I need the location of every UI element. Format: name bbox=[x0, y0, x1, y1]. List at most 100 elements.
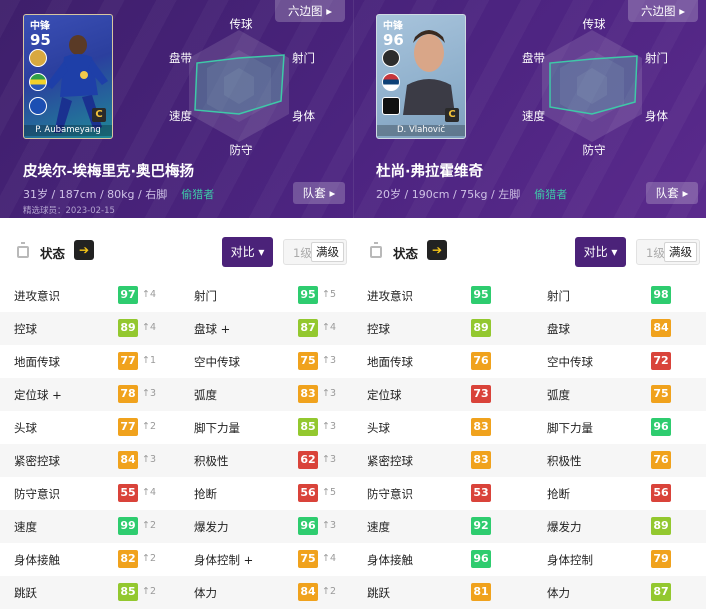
stat-increase: ↑2 bbox=[142, 553, 157, 564]
stat-name: 跳跃 bbox=[14, 586, 37, 600]
stat-value-badge: 77 bbox=[118, 352, 138, 370]
stat-increase: ↑3 bbox=[322, 520, 337, 531]
stat-name: 头球 bbox=[367, 421, 390, 435]
stat-row: 速度 92 爆发力 89 bbox=[353, 510, 706, 543]
stat-row: 防守意识 55 ↑4 抢断 56 ↑5 bbox=[0, 477, 353, 510]
stat-increase: ↑4 bbox=[142, 487, 157, 498]
player-info: 31岁 / 187cm / 80kg / 右脚 偷猎者 bbox=[23, 186, 214, 202]
stat-row: 定位球 + 78 ↑3 弧度 83 ↑3 bbox=[0, 378, 353, 411]
radar-label-top: 传球 bbox=[230, 17, 253, 31]
stat-value-badge: 81 bbox=[471, 583, 491, 601]
stat-increase: ↑5 bbox=[322, 289, 337, 300]
compare-button[interactable]: 对比 ▾ bbox=[222, 237, 273, 267]
stat-value-badge: 53 bbox=[471, 484, 491, 502]
stat-name: 紧密控球 bbox=[367, 454, 413, 468]
stats-icon bbox=[17, 242, 29, 258]
stat-row: 头球 77 ↑2 脚下力量 85 ↑3 bbox=[0, 411, 353, 444]
compare-label: 对比 bbox=[230, 245, 255, 259]
hexagon-view-button[interactable]: 六边图 ▸ bbox=[628, 0, 698, 22]
arrow-right-icon[interactable]: ➔ bbox=[74, 240, 94, 260]
stat-name: 爆发力 bbox=[547, 520, 582, 534]
stat-name: 进攻意识 bbox=[14, 289, 60, 303]
stat-name: 弧度 bbox=[547, 388, 570, 402]
team-set-button[interactable]: 队套 ▸ bbox=[293, 182, 345, 204]
stat-value-badge: 97 bbox=[118, 286, 138, 304]
level-1-option[interactable]: 1级 bbox=[293, 245, 312, 261]
stat-value-badge: 89 bbox=[651, 517, 671, 535]
stats-title: 状态 bbox=[40, 246, 66, 261]
chevron-right-icon: ▸ bbox=[682, 186, 689, 200]
stat-row: 控球 89 盘球 84 bbox=[353, 312, 706, 345]
stat-name: 跳跃 bbox=[367, 586, 390, 600]
stat-value-badge: 56 bbox=[298, 484, 318, 502]
compare-button[interactable]: 对比 ▾ bbox=[575, 237, 626, 267]
radar-label-upper-left: 盘带 bbox=[522, 51, 545, 65]
player-info: 20岁 / 190cm / 75kg / 左脚 偷猎者 bbox=[376, 186, 567, 202]
stats-list-left: 进攻意识 97 ↑4 射门 95 ↑5 控球 89 ↑4 盘球 + 87 ↑4 地面传球 77 ↑1 空中传球… bbox=[0, 279, 353, 609]
stats-toolbar-right: 状态 ➔ 对比 ▾ 1级 满级 bbox=[353, 228, 706, 276]
stat-value-badge: 77 bbox=[118, 418, 138, 436]
radar-label-lower-left: 速度 bbox=[169, 109, 192, 123]
stat-name: 盘球 bbox=[547, 322, 570, 336]
stat-value-badge: 84 bbox=[298, 583, 318, 601]
stat-value-badge: 75 bbox=[651, 385, 671, 403]
stat-value-badge: 83 bbox=[471, 451, 491, 469]
team-set-button[interactable]: 队套 ▸ bbox=[646, 182, 698, 204]
stat-increase: ↑2 bbox=[322, 586, 337, 597]
stat-increase: ↑3 bbox=[322, 421, 337, 432]
league-badge-icon bbox=[382, 49, 400, 67]
club-badge-icon bbox=[29, 97, 47, 115]
stat-name: 速度 bbox=[14, 520, 37, 534]
stat-name: 定位球 + bbox=[14, 388, 62, 402]
stats-title: 状态 bbox=[393, 246, 419, 261]
stat-increase: ↑5 bbox=[322, 487, 337, 498]
radar-label-lower-right: 身体 bbox=[645, 109, 668, 123]
stat-name: 空中传球 bbox=[547, 355, 593, 369]
player-bio: 20岁 / 190cm / 75kg / 左脚 bbox=[376, 188, 521, 201]
arrow-right-icon[interactable]: ➔ bbox=[427, 240, 447, 260]
radar-chart: 传球 射门 身体 防守 速度 盘带 bbox=[169, 17, 315, 157]
player-card[interactable]: 中锋 95 C P. Aubameyang bbox=[23, 14, 113, 139]
stat-name: 紧密控球 bbox=[14, 454, 60, 468]
radar-label-bottom: 防守 bbox=[583, 143, 606, 157]
stat-name: 射门 bbox=[547, 289, 570, 303]
stat-value-badge: 96 bbox=[651, 418, 671, 436]
player-bio: 31岁 / 187cm / 80kg / 右脚 bbox=[23, 188, 168, 201]
stat-name: 身体控制 bbox=[547, 553, 593, 567]
stat-name: 射门 bbox=[194, 289, 217, 303]
playstyle-badge: C bbox=[92, 108, 106, 122]
player-card[interactable]: 中锋 96 C D. Vlahović bbox=[376, 14, 466, 139]
stat-name: 脚下力量 bbox=[194, 421, 240, 435]
card-position: 中锋 bbox=[383, 21, 403, 32]
stat-value-badge: 83 bbox=[298, 385, 318, 403]
stat-row: 身体接触 96 身体控制 79 bbox=[353, 543, 706, 576]
stat-value-badge: 85 bbox=[118, 583, 138, 601]
stat-value-badge: 62 bbox=[298, 451, 318, 469]
stat-increase: ↑3 bbox=[322, 388, 337, 399]
stat-increase: ↑2 bbox=[142, 520, 157, 531]
hexagon-view-button[interactable]: 六边图 ▸ bbox=[275, 0, 345, 22]
stat-name: 盘球 + bbox=[194, 322, 231, 336]
stat-increase: ↑4 bbox=[142, 289, 157, 300]
player-header: 中锋 95 C P. Aubameyang 传球 射门 身体 防守 速度 盘带 bbox=[0, 0, 706, 218]
stat-value-badge: 87 bbox=[651, 583, 671, 601]
level-1-option[interactable]: 1级 bbox=[646, 245, 665, 261]
player-compare-screen: 中锋 95 C P. Aubameyang 传球 射门 身体 防守 速度 盘带 bbox=[0, 0, 706, 611]
stat-increase: ↑1 bbox=[142, 355, 157, 366]
stat-row: 地面传球 76 空中传球 72 bbox=[353, 345, 706, 378]
stat-row: 紧密控球 83 积极性 76 bbox=[353, 444, 706, 477]
stat-row: 跳跃 81 体力 87 bbox=[353, 576, 706, 609]
radar-label-upper-right: 射门 bbox=[292, 51, 315, 65]
stat-name: 空中传球 bbox=[194, 355, 240, 369]
stat-increase: ↑4 bbox=[322, 553, 337, 564]
level-max-option[interactable]: 满级 bbox=[311, 242, 344, 262]
stat-value-badge: 95 bbox=[298, 286, 318, 304]
stat-name: 抢断 bbox=[194, 487, 217, 501]
nation-flag-icon bbox=[382, 73, 400, 91]
stat-row: 跳跃 85 ↑2 体力 84 ↑2 bbox=[0, 576, 353, 609]
stat-name: 地面传球 bbox=[367, 355, 413, 369]
level-toggle: 1级 满级 bbox=[283, 239, 347, 265]
stat-name: 积极性 bbox=[194, 454, 229, 468]
stat-value-badge: 72 bbox=[651, 352, 671, 370]
level-max-option[interactable]: 满级 bbox=[664, 242, 697, 262]
